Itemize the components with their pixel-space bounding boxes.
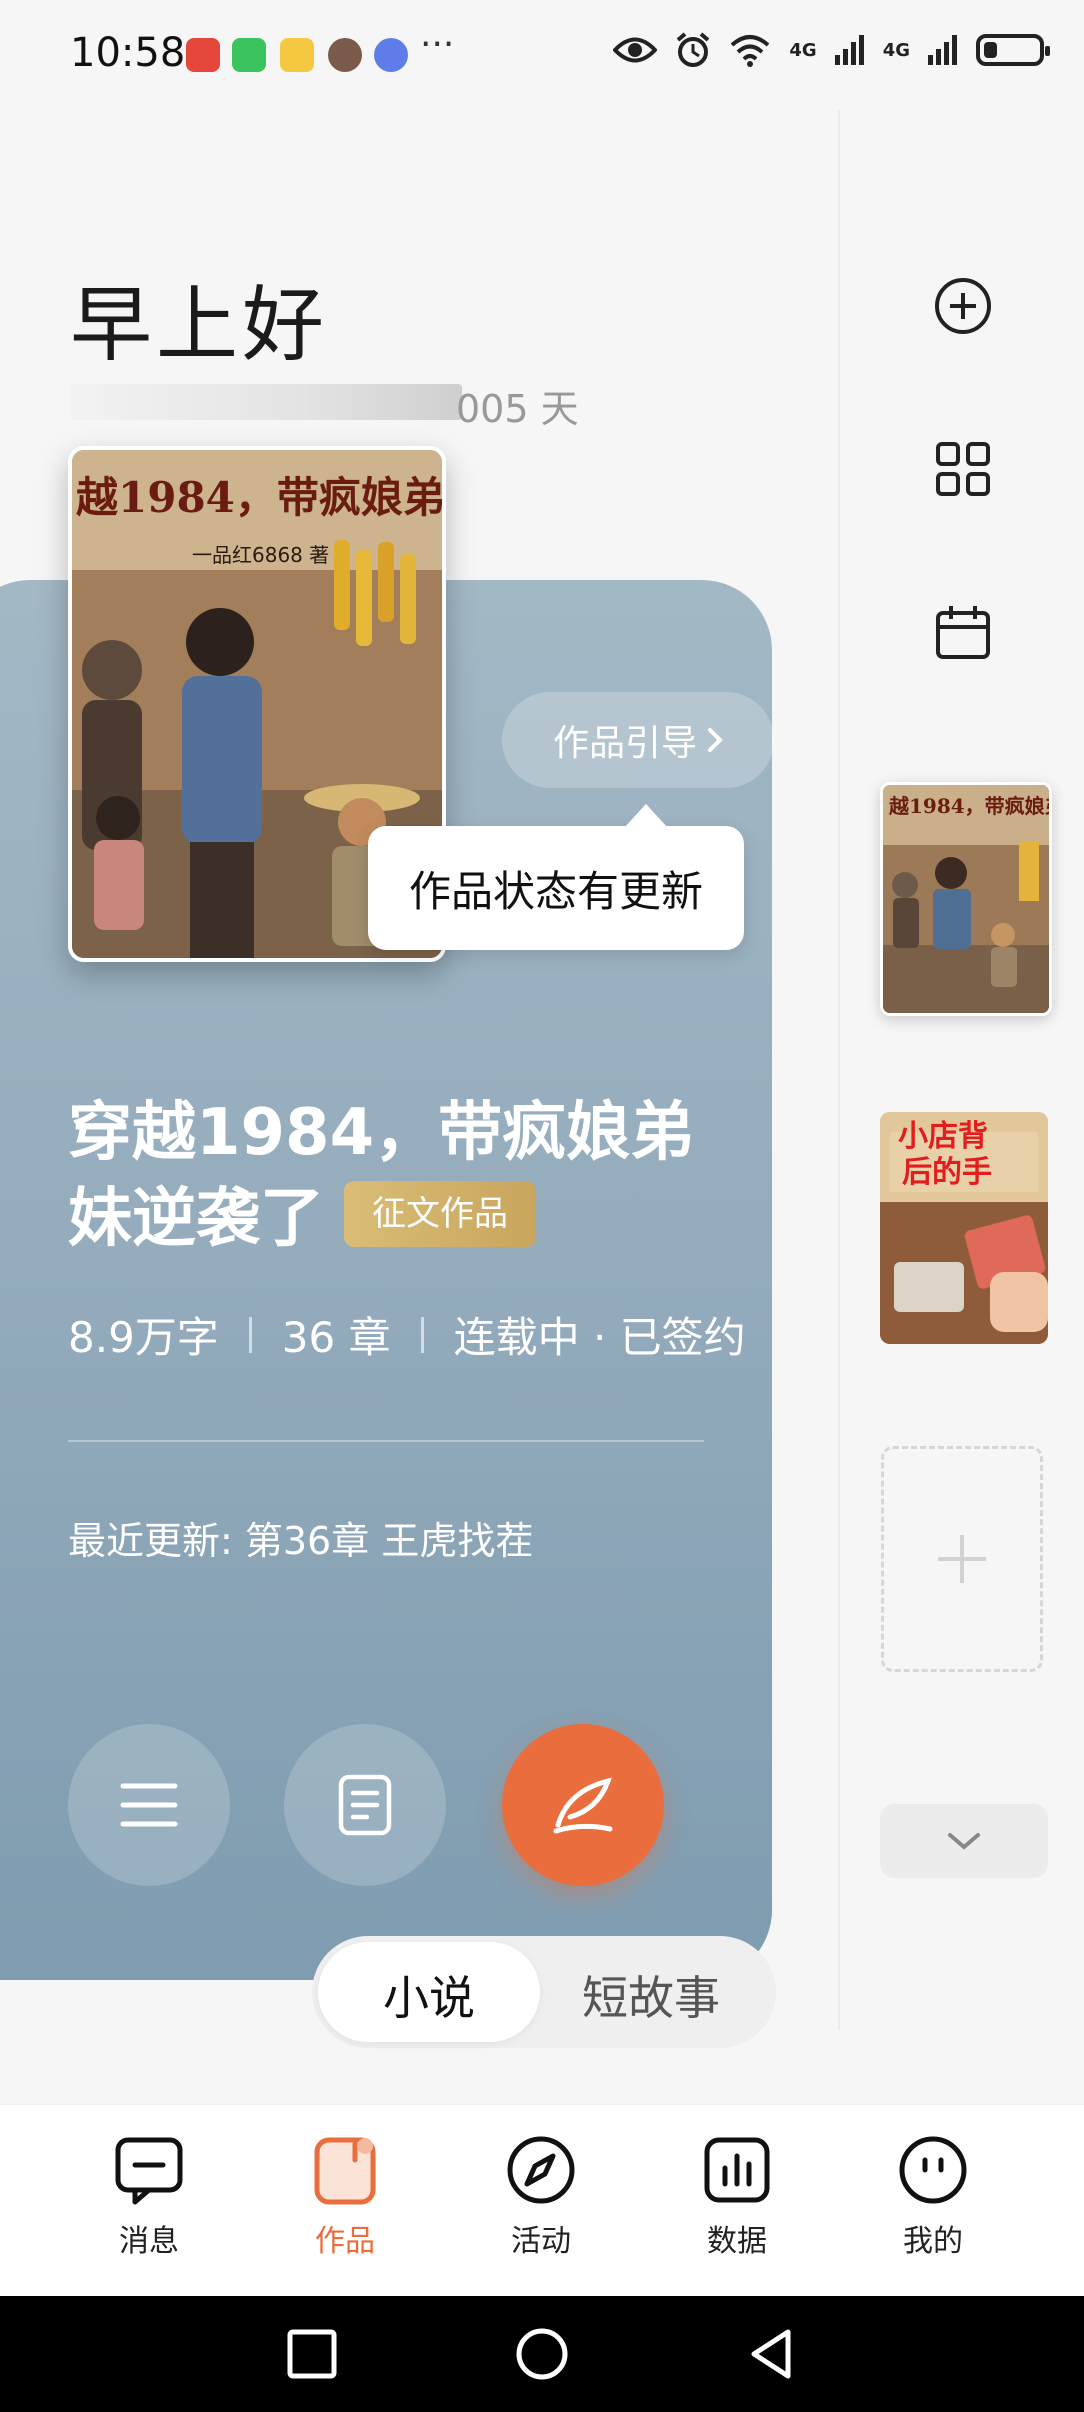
music-app-icon bbox=[374, 38, 408, 72]
compass-icon bbox=[507, 2136, 575, 2204]
quill-pen-icon bbox=[553, 1777, 613, 1834]
plus-icon bbox=[938, 1535, 986, 1583]
side-cover-title: 越1984，带疯娘弟妹逆 bbox=[888, 794, 1049, 818]
calendar-button[interactable] bbox=[928, 597, 998, 667]
menu-icon bbox=[120, 1783, 178, 1827]
signal-bars-icon bbox=[928, 35, 957, 65]
writing-days: 005 天 bbox=[456, 387, 579, 431]
chapter-count: 36 章 bbox=[281, 1313, 391, 1362]
word-count: 8.9万字 bbox=[68, 1313, 219, 1362]
book-title[interactable]: 穿越1984，带疯娘弟妹逆袭了 征文作品 bbox=[68, 1090, 728, 1262]
nav-messages[interactable]: 消息 bbox=[79, 2134, 219, 2260]
meta-separator bbox=[420, 1316, 424, 1353]
tab-novel[interactable]: 小说 bbox=[318, 1962, 540, 2028]
nav-activities[interactable]: 活动 bbox=[471, 2134, 611, 2260]
nav-label: 作品 bbox=[315, 2224, 375, 2259]
profile-icon bbox=[899, 2136, 967, 2204]
status-bar: 10:58 ··· 4G 4G bbox=[0, 0, 1084, 110]
nav-data[interactable]: 数据 bbox=[667, 2134, 807, 2260]
chevron-down-icon bbox=[948, 1833, 980, 1850]
blurred-username bbox=[70, 384, 462, 420]
side-cover-art: 越1984，带疯娘弟妹逆 bbox=[883, 785, 1049, 1013]
eye-icon bbox=[613, 37, 658, 63]
meta-separator bbox=[248, 1316, 252, 1353]
back-icon[interactable] bbox=[744, 2326, 800, 2382]
avatar-app-icon bbox=[328, 38, 362, 72]
battery-icon bbox=[976, 34, 1050, 66]
grid-view-button[interactable] bbox=[928, 434, 998, 504]
work-guide-label: 作品引导 bbox=[552, 723, 697, 764]
nav-profile[interactable]: 我的 bbox=[863, 2134, 1003, 2260]
grid-icon bbox=[936, 442, 990, 496]
works-icon bbox=[314, 2137, 376, 2205]
nav-label: 数据 bbox=[707, 2224, 767, 2259]
chapter-list-button[interactable] bbox=[68, 1724, 230, 1886]
wifi-icon bbox=[731, 35, 770, 67]
nav-label: 消息 bbox=[119, 2224, 179, 2259]
side-cover-2-title: 小店背 bbox=[898, 1119, 988, 1154]
side-book-cover-selected[interactable]: 越1984，带疯娘弟妹逆 bbox=[880, 782, 1052, 1016]
signal-bars-icon bbox=[834, 35, 864, 65]
tab-short-story[interactable]: 短故事 bbox=[546, 1962, 756, 2028]
nav-label: 活动 bbox=[511, 2224, 571, 2259]
work-guide-button[interactable]: 作品引导 bbox=[502, 692, 774, 788]
expand-list-button[interactable] bbox=[880, 1804, 1048, 1878]
write-button[interactable] bbox=[502, 1724, 664, 1886]
chart-icon bbox=[704, 2137, 770, 2203]
nav-label: 我的 bbox=[903, 2224, 963, 2259]
chevron-right-icon bbox=[708, 728, 723, 752]
message-icon bbox=[115, 2137, 183, 2205]
side-book-cover-2[interactable]: 小店背 后的手 bbox=[880, 1112, 1048, 1344]
card-divider bbox=[68, 1440, 704, 1442]
add-book-slot[interactable] bbox=[881, 1446, 1043, 1672]
more-notifications-icon: ··· bbox=[420, 24, 455, 65]
calendar-icon bbox=[936, 606, 990, 659]
book-meta: 8.9万字 36 章 连载中 · 已签约 bbox=[68, 1304, 746, 1365]
status-time: 10:58 bbox=[70, 30, 186, 76]
weibo-app-icon bbox=[280, 38, 314, 72]
svg-text:后的手: 后的手 bbox=[902, 1155, 992, 1190]
4g-signal-icon: 4G bbox=[882, 39, 910, 61]
latest-update[interactable]: 最近更新: 第36章 王虎找茬 bbox=[68, 1510, 533, 1565]
tooltip-text: 作品状态有更新 bbox=[408, 866, 703, 916]
wechat-app-icon bbox=[232, 38, 266, 72]
home-icon[interactable] bbox=[514, 2326, 570, 2382]
4g-signal-icon: 4G bbox=[789, 39, 817, 61]
column-divider bbox=[838, 110, 840, 2030]
contest-tag-badge: 征文作品 bbox=[344, 1181, 536, 1248]
add-book-button[interactable] bbox=[928, 271, 998, 341]
game-app-icon bbox=[186, 38, 220, 72]
status-update-tooltip: 作品状态有更新 bbox=[368, 804, 744, 950]
cover-author-text: 一品红6868 著 bbox=[192, 543, 329, 567]
system-icons: 4G 4G bbox=[613, 32, 1050, 68]
plus-circle-icon bbox=[935, 278, 991, 334]
book-status: 连载中 · 已签约 bbox=[453, 1313, 746, 1362]
cover-title-text: 越1984，带疯娘弟妹逆 bbox=[76, 473, 442, 522]
drafts-button[interactable] bbox=[284, 1724, 446, 1886]
nav-works[interactable]: 作品 bbox=[275, 2134, 415, 2260]
card-bottom-edge bbox=[0, 1930, 300, 1980]
document-icon bbox=[338, 1774, 392, 1836]
alarm-icon bbox=[677, 32, 710, 67]
side-cover-2-art: 小店背 后的手 bbox=[880, 1112, 1048, 1344]
greeting-title: 早上好 bbox=[70, 278, 329, 373]
recent-apps-icon[interactable] bbox=[284, 2326, 340, 2382]
